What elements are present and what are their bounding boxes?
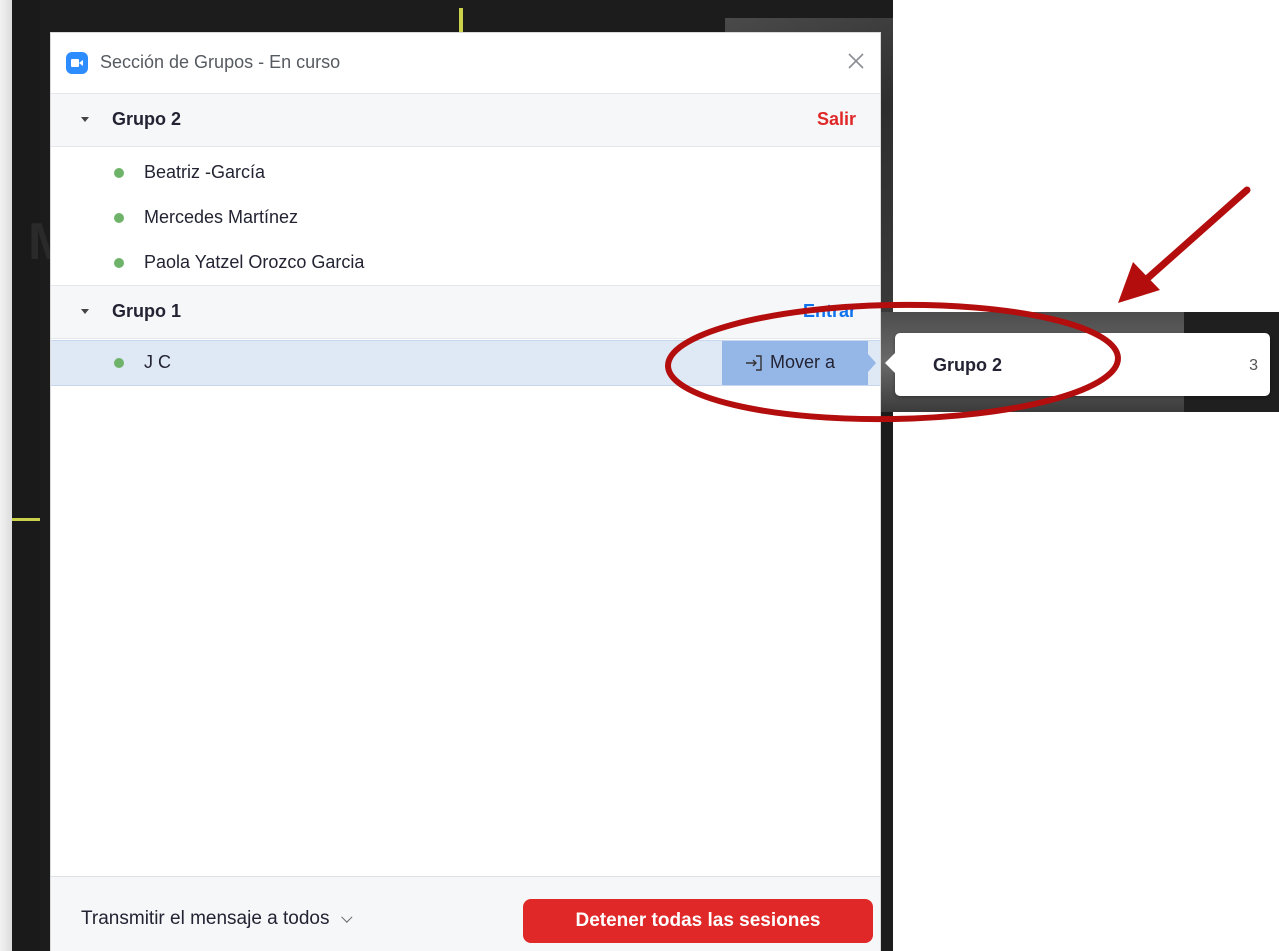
broadcast-dropdown[interactable]: Transmitir el mensaje a todos: [81, 908, 353, 930]
participant-row[interactable]: Paola Yatzel Orozco Garcia: [51, 240, 880, 286]
online-status-icon: [114, 258, 124, 268]
zoom-logo-icon: [66, 52, 88, 74]
move-to-button[interactable]: Mover a: [722, 341, 876, 385]
video-tile-edge: [0, 0, 12, 951]
participant-name: J C: [144, 352, 171, 372]
join-room-link[interactable]: Entrar: [803, 301, 856, 322]
participant-name: Paola Yatzel Orozco Garcia: [144, 252, 365, 272]
close-icon[interactable]: [844, 49, 868, 73]
participant-name: Mercedes Martínez: [144, 207, 299, 227]
online-status-icon: [114, 213, 124, 223]
group-header-grupo-1[interactable]: Grupo 1 Entrar: [51, 285, 880, 339]
annotation-arrow-head: [1118, 262, 1160, 303]
participant-row-selected[interactable]: J C Mover a: [51, 340, 880, 386]
breakout-rooms-window: Sección de Grupos - En curso Grupo 2 Sal…: [51, 33, 880, 951]
leave-room-link[interactable]: Salir: [817, 109, 856, 130]
broadcast-label: Transmitir el mensaje a todos: [81, 908, 330, 929]
stop-all-sessions-button[interactable]: Detener todas las sesiones: [523, 899, 873, 943]
window-title: Sección de Grupos - En curso: [100, 52, 341, 72]
annotation-arrow-shaft: [1136, 186, 1251, 289]
move-to-submenu: Grupo 2 3: [885, 333, 1270, 396]
online-status-icon: [114, 358, 124, 368]
title-bar: Sección de Grupos - En curso: [51, 33, 880, 93]
group-header-grupo-2[interactable]: Grupo 2 Salir: [51, 93, 880, 147]
chevron-down-icon: [340, 911, 353, 923]
active-speaker-border: [459, 8, 463, 35]
participant-row[interactable]: Beatriz -García: [51, 150, 880, 196]
participant-row[interactable]: Mercedes Martínez: [51, 195, 880, 241]
submenu-group-name: Grupo 2: [933, 355, 1003, 375]
active-speaker-border-bottom: [12, 518, 40, 521]
collapse-caret-icon[interactable]: [81, 117, 89, 122]
submenu-item-grupo-2[interactable]: Grupo 2 3: [895, 333, 1270, 396]
online-status-icon: [114, 168, 124, 178]
footer-bar: Transmitir el mensaje a todos Detener to…: [51, 876, 880, 951]
group-name: Grupo 1: [112, 301, 182, 321]
move-to-label: Mover a: [770, 352, 836, 372]
participant-name: Beatriz -García: [144, 162, 266, 182]
group-name: Grupo 2: [112, 109, 182, 129]
move-to-icon: [746, 355, 762, 371]
collapse-caret-icon[interactable]: [81, 309, 89, 314]
submenu-participant-count: 3: [1249, 357, 1258, 374]
